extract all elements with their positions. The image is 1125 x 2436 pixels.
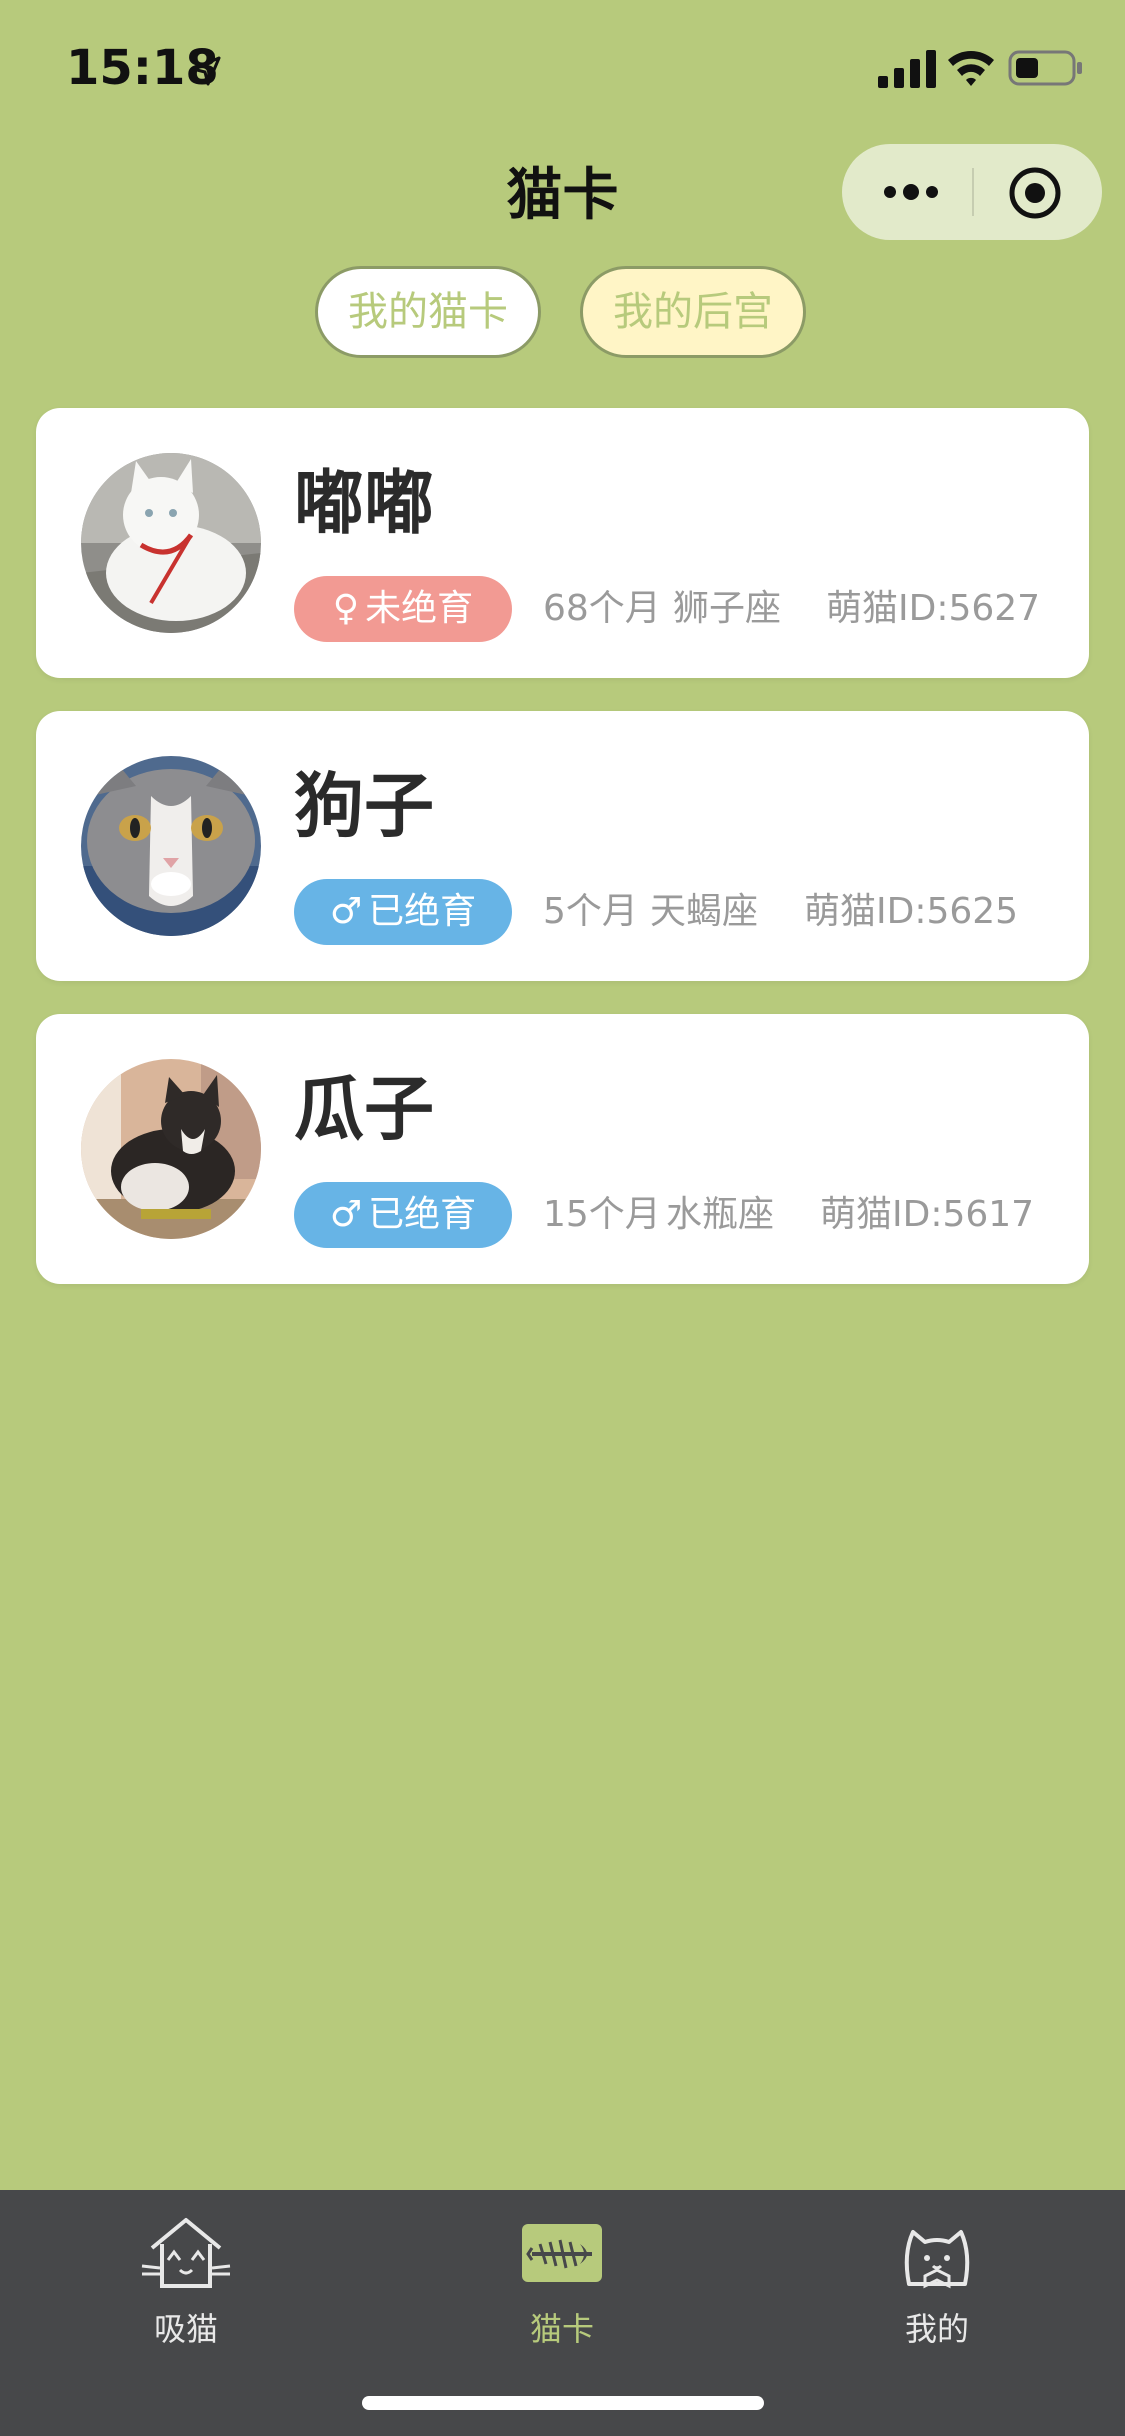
mini-program-capsule: [842, 144, 1102, 240]
cat-house-icon: [141, 2218, 231, 2288]
cat-age: 5个月: [543, 891, 638, 932]
wifi-icon: [948, 51, 994, 86]
tabbar-label: 猫卡: [529, 2310, 594, 2348]
cat-name: 狗子: [294, 765, 434, 847]
more-icon[interactable]: [880, 172, 942, 212]
cat-zodiac: 天蝎座: [650, 891, 759, 932]
neuter-badge: ♀ 未绝育: [294, 576, 512, 642]
tabbar-item-xi-mao[interactable]: 吸猫: [86, 2214, 286, 2354]
cat-avatar: [81, 453, 261, 633]
cat-age: 15个月: [543, 1194, 661, 1235]
close-target-icon[interactable]: [1008, 166, 1062, 220]
male-icon: ♂: [329, 1194, 363, 1235]
cat-avatar: [81, 756, 261, 936]
tabbar-item-wo-de[interactable]: 我的: [837, 2214, 1037, 2354]
neuter-status: 已绝育: [368, 1194, 477, 1235]
cat-zodiac: 水瓶座: [666, 1194, 775, 1235]
cat-id: 萌猫ID:5617: [820, 1194, 1035, 1235]
cat-id: 萌猫ID:5625: [804, 891, 1019, 932]
battery-icon: [1008, 50, 1082, 86]
home-indicator[interactable]: [362, 2396, 764, 2410]
location-arrow-icon: [191, 56, 221, 86]
cat-card[interactable]: 嘟嘟 ♀ 未绝育 68个月 狮子座 萌猫ID:5627: [36, 408, 1089, 678]
cat-face-icon: [904, 2230, 970, 2289]
neuter-status: 未绝育: [365, 588, 474, 629]
status-bar: 15:18: [0, 0, 1125, 132]
male-icon: ♂: [329, 891, 363, 932]
cat-id: 萌猫ID:5627: [826, 588, 1041, 629]
cat-name: 瓜子: [294, 1068, 434, 1150]
capsule-divider: [972, 168, 974, 216]
cat-avatar: [81, 1059, 261, 1239]
cat-zodiac: 狮子座: [673, 588, 782, 629]
tabbar-label: 我的: [904, 2310, 969, 2348]
cat-name: 嘟嘟: [294, 462, 434, 544]
cat-card[interactable]: 瓜子 ♂ 已绝育 15个月 水瓶座 萌猫ID:5617: [36, 1014, 1089, 1284]
tab-my-cards[interactable]: 我的猫卡: [315, 266, 541, 358]
neuter-badge: ♂ 已绝育: [294, 1182, 512, 1248]
neuter-badge: ♂ 已绝育: [294, 879, 512, 945]
cat-card[interactable]: 狗子 ♂ 已绝育 5个月 天蝎座 萌猫ID:5625: [36, 711, 1089, 981]
tabbar-item-mao-ka[interactable]: 猫卡: [462, 2214, 662, 2354]
female-icon: ♀: [332, 588, 360, 629]
tab-my-harem[interactable]: 我的后宫: [580, 266, 806, 358]
cat-age: 68个月: [543, 588, 661, 629]
fishbone-icon: [522, 2224, 602, 2282]
tabbar-label: 吸猫: [153, 2310, 218, 2348]
neuter-status: 已绝育: [368, 891, 477, 932]
signal-icon: [878, 50, 936, 88]
